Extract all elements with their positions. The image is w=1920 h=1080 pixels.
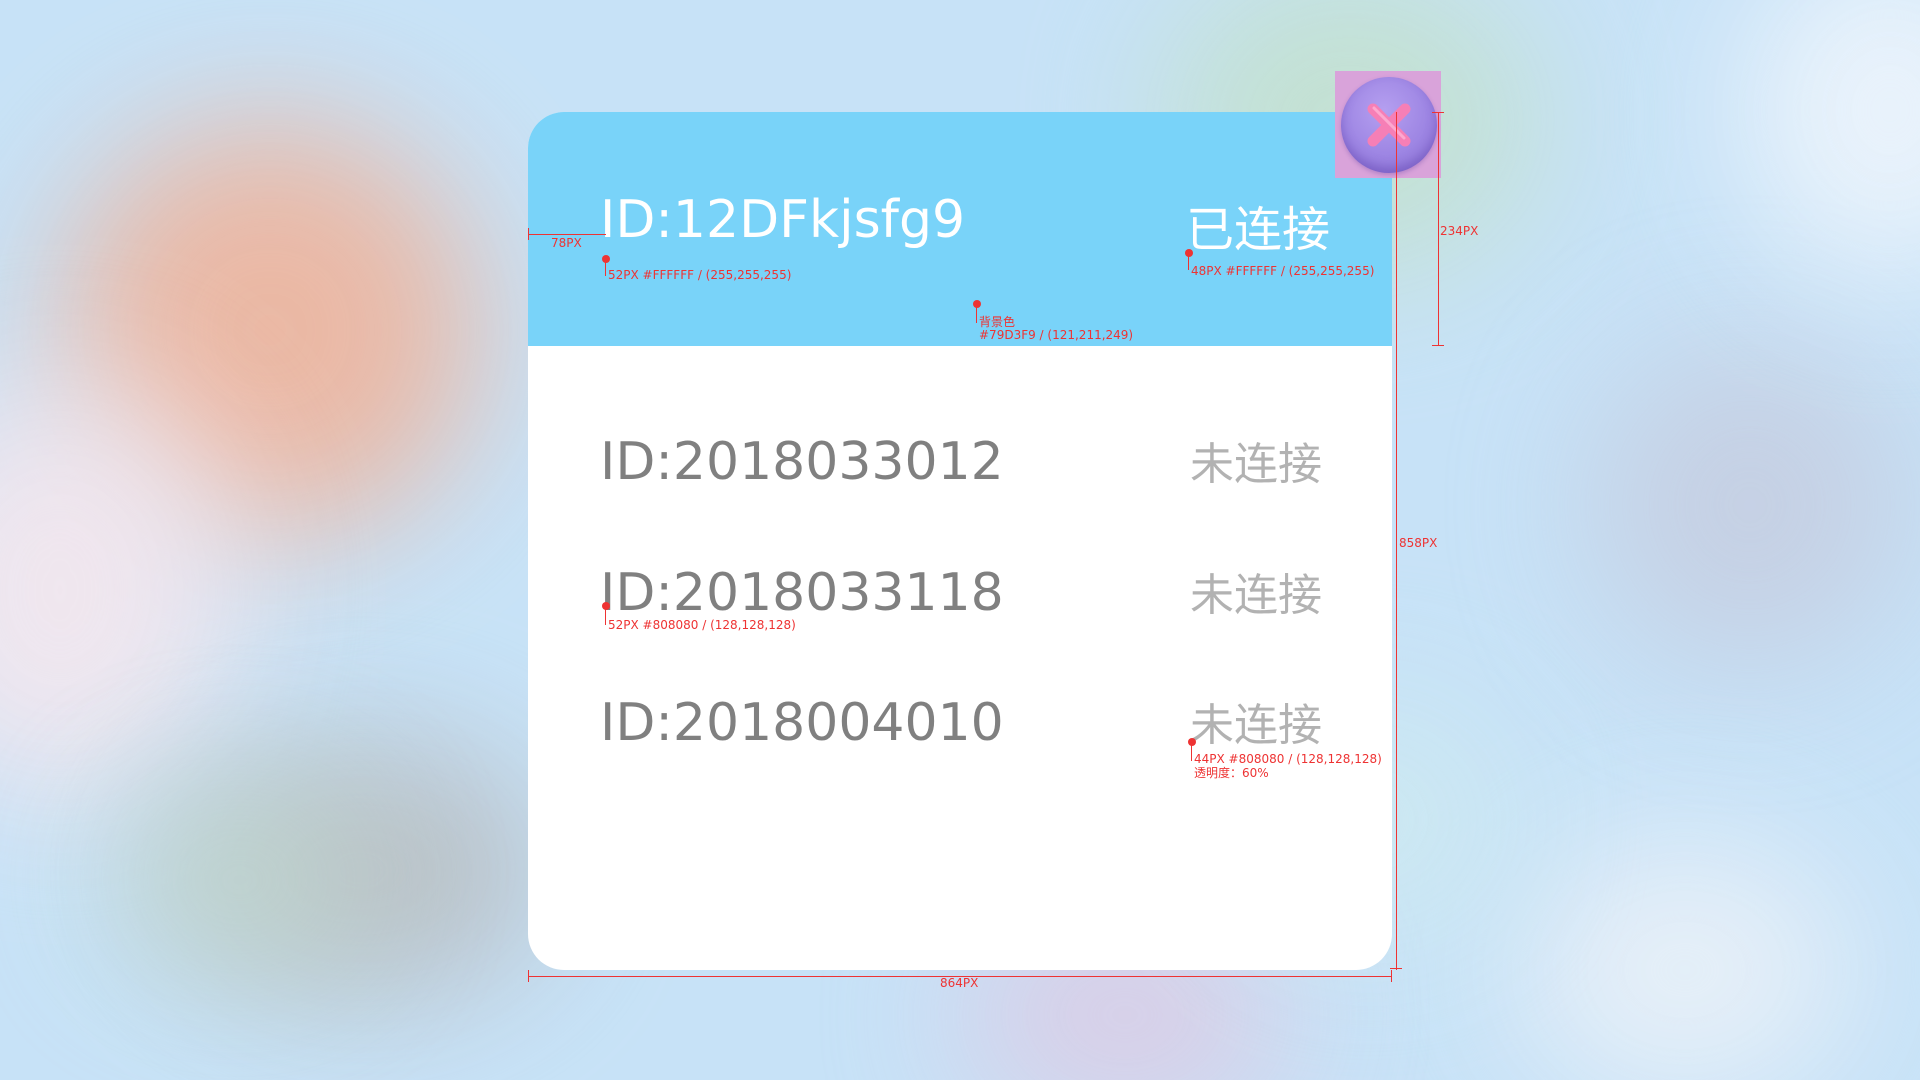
header-height-guide-end (1432, 112, 1444, 113)
close-button[interactable] (1335, 71, 1441, 178)
close-button-circle (1341, 77, 1437, 173)
left-padding-label: 78PX (551, 236, 582, 250)
connected-device-header[interactable]: ID:12DFkjsfg9 已连接 (528, 112, 1392, 346)
device-id: ID:2018033118 (600, 563, 1004, 623)
spec-marker (602, 255, 610, 263)
background-blob (1590, 340, 1910, 670)
connected-status-label: 已连接 (1186, 202, 1331, 258)
header-height-guide (1438, 112, 1439, 346)
header-status-spec: 48PX #FFFFFF / (255,255,255) (1191, 264, 1375, 278)
dialog-width-guide-end (1391, 970, 1392, 982)
row-id-spec: 52PX #808080 / (128,128,128) (608, 618, 796, 632)
header-height-label: 234PX (1440, 224, 1479, 238)
dialog-width-label: 864PX (940, 976, 979, 990)
spec-marker (1188, 738, 1196, 746)
spec-marker (973, 300, 981, 308)
close-icon (1367, 103, 1411, 147)
background-blob (1520, 840, 1850, 1080)
row-status-opacity: 透明度：60% (1194, 766, 1269, 780)
device-id: ID:2018033012 (600, 432, 1004, 492)
background-blob (110, 790, 370, 970)
screen: ID:12DFkjsfg9 已连接 ID:2018033012 未连接 ID:2… (0, 0, 1920, 1080)
header-id-spec: 52PX #FFFFFF / (255,255,255) (608, 268, 792, 282)
device-list-item[interactable]: ID:2018033012 未连接 (528, 414, 1392, 514)
device-status-label: 未连接 (1190, 570, 1322, 621)
spec-marker-line (976, 307, 977, 323)
dialog-height-guide (1396, 112, 1397, 970)
header-bg-label: 背景色 (979, 315, 1016, 329)
left-padding-guide (528, 234, 606, 235)
spec-marker-line (605, 609, 606, 625)
device-id: ID:2018004010 (600, 693, 1004, 753)
spec-marker (602, 602, 610, 610)
device-status-label: 未连接 (1190, 439, 1322, 490)
dialog-width-guide-end (528, 970, 529, 982)
spec-marker-line (1188, 256, 1189, 270)
header-bg-spec: #79D3F9 / (121,211,249) (979, 328, 1134, 342)
background-blob (1740, 0, 1920, 280)
row-status-spec: 44PX #808080 / (128,128,128) (1194, 752, 1382, 766)
connected-device-id: ID:12DFkjsfg9 (600, 190, 966, 250)
header-height-guide-end (1432, 345, 1444, 346)
dialog-height-label: 858PX (1399, 536, 1438, 550)
device-list-dialog: ID:12DFkjsfg9 已连接 ID:2018033012 未连接 ID:2… (528, 112, 1392, 970)
spec-marker (1185, 249, 1193, 257)
left-padding-guide-end (528, 228, 529, 240)
dialog-height-guide-end (1390, 968, 1402, 969)
device-status-label: 未连接 (1190, 700, 1322, 751)
spec-marker-line (1191, 745, 1192, 761)
spec-marker-line (605, 262, 606, 276)
